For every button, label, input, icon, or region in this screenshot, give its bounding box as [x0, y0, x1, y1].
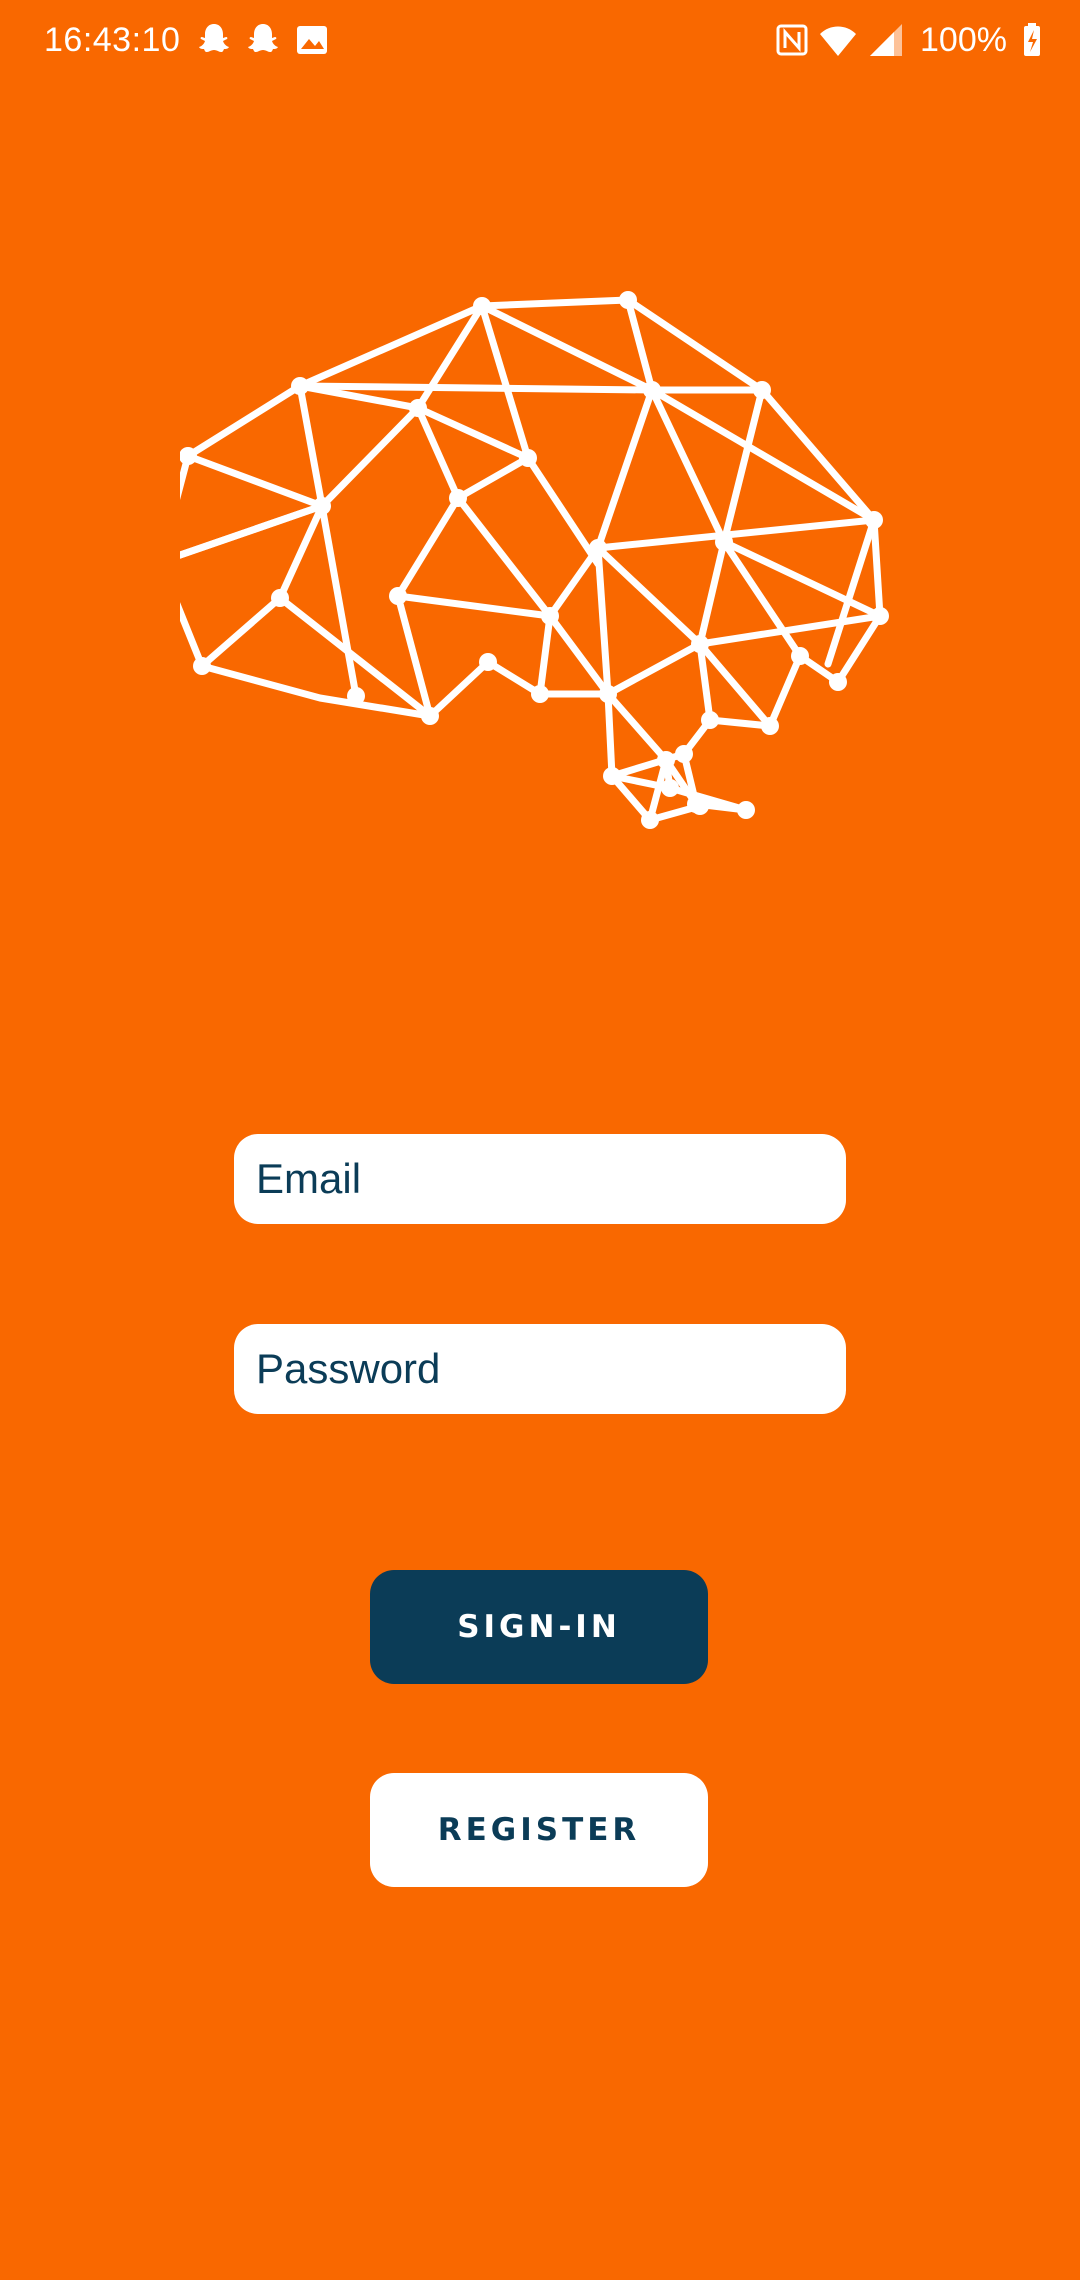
email-input[interactable] [254, 1133, 846, 1225]
wifi-icon [820, 26, 856, 56]
status-time: 16:43:10 [44, 21, 181, 59]
brain-network-icon [180, 291, 889, 829]
snapchat-icon [248, 24, 278, 52]
status-bar: 16:43:10 100% [0, 0, 1080, 80]
sign-in-button[interactable]: SIGN-IN [370, 1570, 708, 1684]
gallery-icon [297, 26, 327, 54]
nfc-icon [776, 24, 808, 56]
email-field-container[interactable] [234, 1133, 846, 1225]
snapchat-icon [199, 24, 229, 52]
register-button[interactable]: REGISTER [370, 1773, 708, 1887]
password-input[interactable] [254, 1323, 846, 1415]
signal-icon [870, 24, 902, 56]
sign-in-button-label: SIGN-IN [457, 1609, 621, 1645]
password-field-container[interactable] [234, 1323, 846, 1415]
register-button-label: REGISTER [437, 1812, 641, 1848]
battery-percentage: 100% [920, 21, 1007, 59]
battery-charging-icon [1024, 23, 1040, 56]
